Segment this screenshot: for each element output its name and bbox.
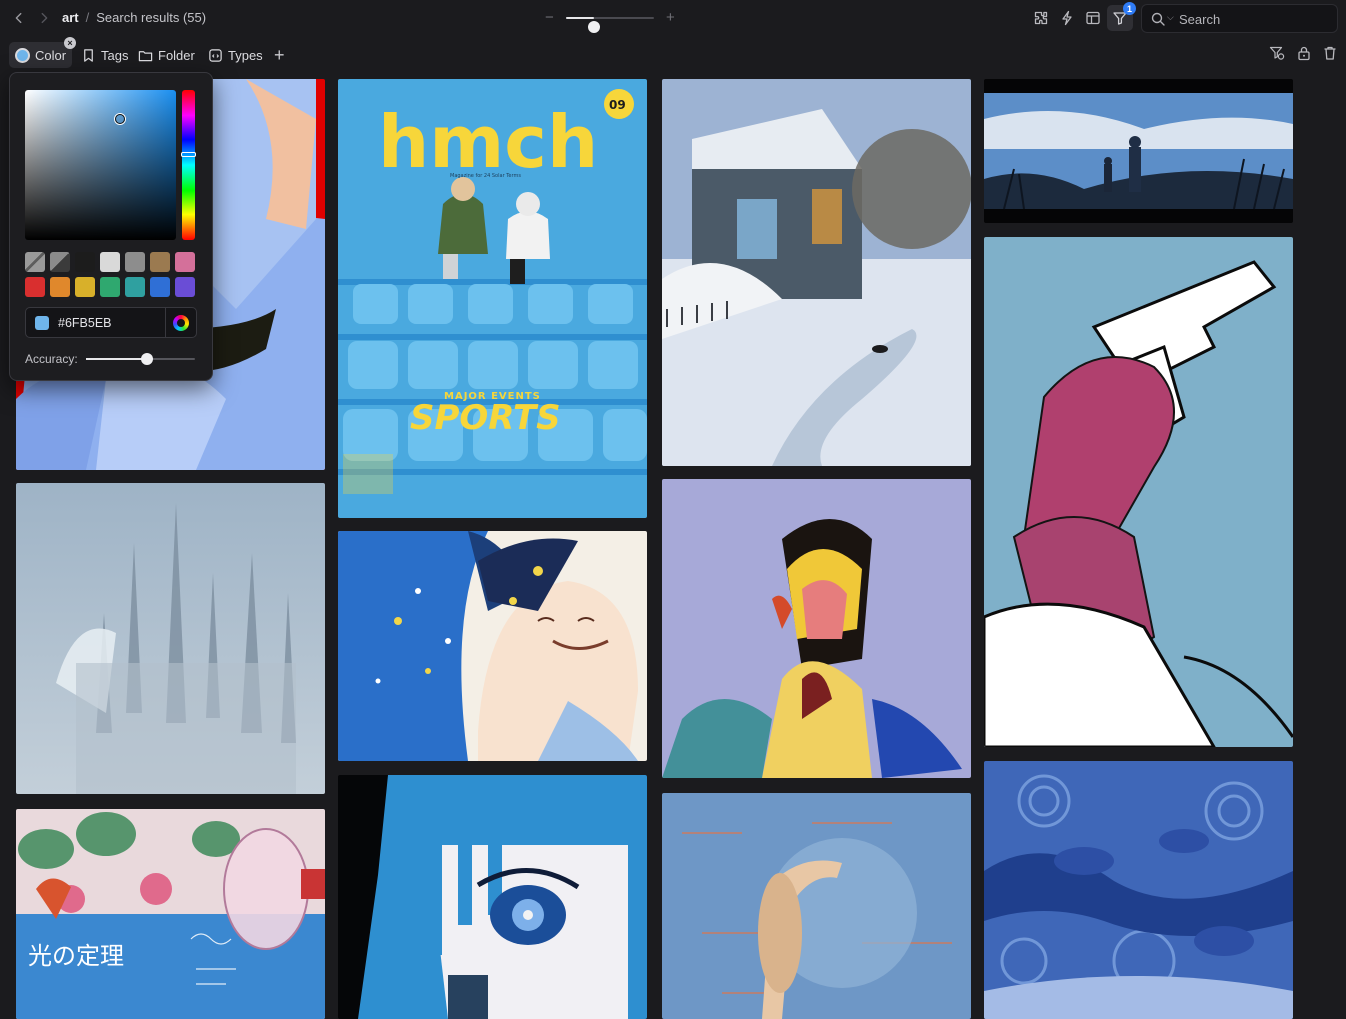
color-swatch[interactable] xyxy=(25,252,45,272)
color-picker-popover: Accuracy: xyxy=(9,72,213,381)
tags-filter-chip[interactable]: Tags xyxy=(75,42,134,68)
gallery-thumbnail[interactable] xyxy=(984,79,1293,223)
layout-icon[interactable] xyxy=(1083,8,1103,28)
tags-filter-label: Tags xyxy=(101,47,129,63)
back-icon[interactable] xyxy=(10,9,28,27)
hex-input-row xyxy=(25,307,197,338)
zoom-out-button[interactable]: − xyxy=(545,9,554,26)
gallery-thumbnail[interactable] xyxy=(16,483,325,794)
zoom-slider-fill xyxy=(566,17,595,19)
saturation-value-area[interactable] xyxy=(25,90,176,240)
filter-bar: Color Tags Folder Types + xyxy=(0,40,1346,70)
accuracy-slider[interactable] xyxy=(86,353,195,365)
zoom-slider[interactable] xyxy=(566,17,654,33)
color-swatch[interactable] xyxy=(175,252,195,272)
color-filter-label: Color xyxy=(35,47,67,63)
plugin-icon[interactable] xyxy=(1031,8,1051,28)
color-swatch[interactable] xyxy=(25,277,45,297)
search-input[interactable] xyxy=(1179,10,1329,28)
hue-slider[interactable] xyxy=(181,90,196,240)
gallery-thumbnail[interactable] xyxy=(984,237,1293,747)
filter-settings-icon[interactable] xyxy=(1269,45,1287,63)
color-swatch[interactable] xyxy=(50,277,70,297)
color-swatch[interactable] xyxy=(50,252,70,272)
gallery-thumbnail[interactable] xyxy=(662,79,971,466)
search-scope-chevron-icon[interactable]: ⌵ xyxy=(1167,12,1174,23)
breadcrumb-root[interactable]: art xyxy=(62,10,79,25)
clear-color-filter-icon[interactable]: × xyxy=(64,37,76,49)
folder-filter-chip[interactable]: Folder xyxy=(132,42,201,68)
search-icon xyxy=(1151,12,1165,26)
selected-color-indicator xyxy=(15,47,30,63)
lightning-icon[interactable] xyxy=(1057,8,1077,28)
types-filter-chip[interactable]: Types xyxy=(202,42,269,68)
gallery-thumbnail[interactable] xyxy=(338,531,647,761)
zoom-slider-handle[interactable] xyxy=(588,21,601,33)
file-type-icon xyxy=(209,48,222,62)
color-swatch[interactable] xyxy=(175,277,195,297)
filter-count-badge: 1 xyxy=(1123,2,1136,15)
add-filter-button[interactable]: + xyxy=(268,42,291,68)
accuracy-slider-fill xyxy=(86,358,148,360)
color-wheel-icon[interactable] xyxy=(173,315,189,331)
accuracy-slider-handle[interactable] xyxy=(141,353,154,365)
gallery-thumbnail[interactable] xyxy=(338,775,647,1019)
gallery-thumbnail[interactable] xyxy=(662,479,971,778)
search-box[interactable]: ⌵ xyxy=(1141,4,1338,33)
accuracy-label: Accuracy: xyxy=(25,352,78,366)
color-swatch[interactable] xyxy=(75,277,95,297)
hex-color-input[interactable] xyxy=(58,315,158,331)
saturation-value-handle[interactable] xyxy=(115,114,125,124)
color-swatch[interactable] xyxy=(100,277,120,297)
gallery-thumbnail[interactable] xyxy=(984,761,1293,1019)
color-swatch[interactable] xyxy=(125,277,145,297)
gallery-thumbnail[interactable] xyxy=(662,793,971,1019)
zoom-in-button[interactable]: + xyxy=(666,9,675,26)
gallery-thumbnail[interactable]: 光の定理 xyxy=(16,809,325,1019)
folder-icon xyxy=(138,50,153,61)
current-color-swatch xyxy=(35,316,49,330)
magazine-title: hmch xyxy=(378,100,598,184)
poster-title: 光の定理 xyxy=(28,942,124,970)
zoom-control: − + xyxy=(545,8,680,33)
gallery-thumbnail[interactable]: hmch 09 Magazine for 24 Solar Terms MAJO… xyxy=(338,79,647,518)
color-swatch-grid xyxy=(25,252,197,297)
types-filter-label: Types xyxy=(228,47,263,63)
color-swatch[interactable] xyxy=(125,252,145,272)
color-filter-chip[interactable]: Color xyxy=(9,42,73,68)
bookmark-icon xyxy=(84,48,93,62)
breadcrumb-current: Search results (55) xyxy=(96,10,207,25)
lock-icon[interactable] xyxy=(1296,45,1314,63)
folder-filter-label: Folder xyxy=(158,47,195,63)
magazine-subtitle: Magazine for 24 Solar Terms xyxy=(450,173,521,179)
magazine-issue: 09 xyxy=(609,98,626,112)
color-swatch[interactable] xyxy=(150,277,170,297)
color-swatch[interactable] xyxy=(75,252,95,272)
color-swatch[interactable] xyxy=(100,252,120,272)
color-swatch[interactable] xyxy=(150,252,170,272)
hex-row-divider xyxy=(165,308,166,337)
filter-button[interactable]: 1 xyxy=(1107,2,1136,31)
breadcrumb: art / Search results (55) xyxy=(62,10,206,25)
top-bar: art / Search results (55) − + 1 ⌵ xyxy=(0,0,1346,37)
magazine-sports: SPORTS xyxy=(410,398,561,438)
trash-icon[interactable] xyxy=(1322,45,1340,63)
breadcrumb-separator: / xyxy=(85,10,90,25)
hue-slider-handle[interactable] xyxy=(181,152,196,157)
forward-icon[interactable] xyxy=(35,9,53,27)
